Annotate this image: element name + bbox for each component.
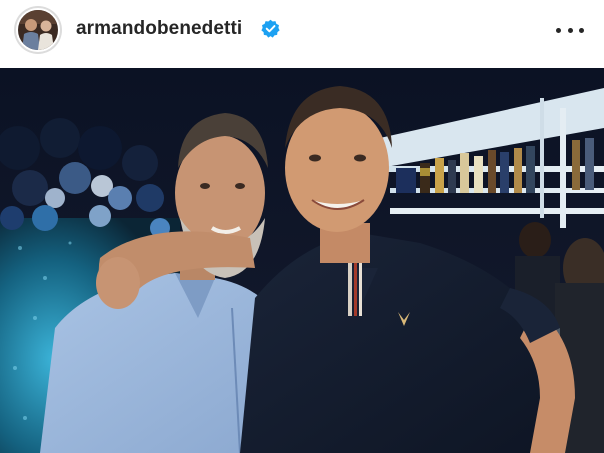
more-dot-icon <box>567 27 573 33</box>
more-dot-icon <box>579 27 584 33</box>
username[interactable]: armandobenedetti <box>76 18 242 40</box>
more-options-button[interactable] <box>556 26 584 34</box>
instagram-post: armandobenedetti <box>0 0 604 453</box>
post-header: armandobenedetti <box>0 0 604 68</box>
avatar[interactable] <box>14 6 62 54</box>
verified-badge-icon <box>261 19 280 38</box>
post-photo[interactable] <box>0 68 604 453</box>
more-dot-icon <box>556 27 561 33</box>
avatar-image <box>16 8 60 52</box>
